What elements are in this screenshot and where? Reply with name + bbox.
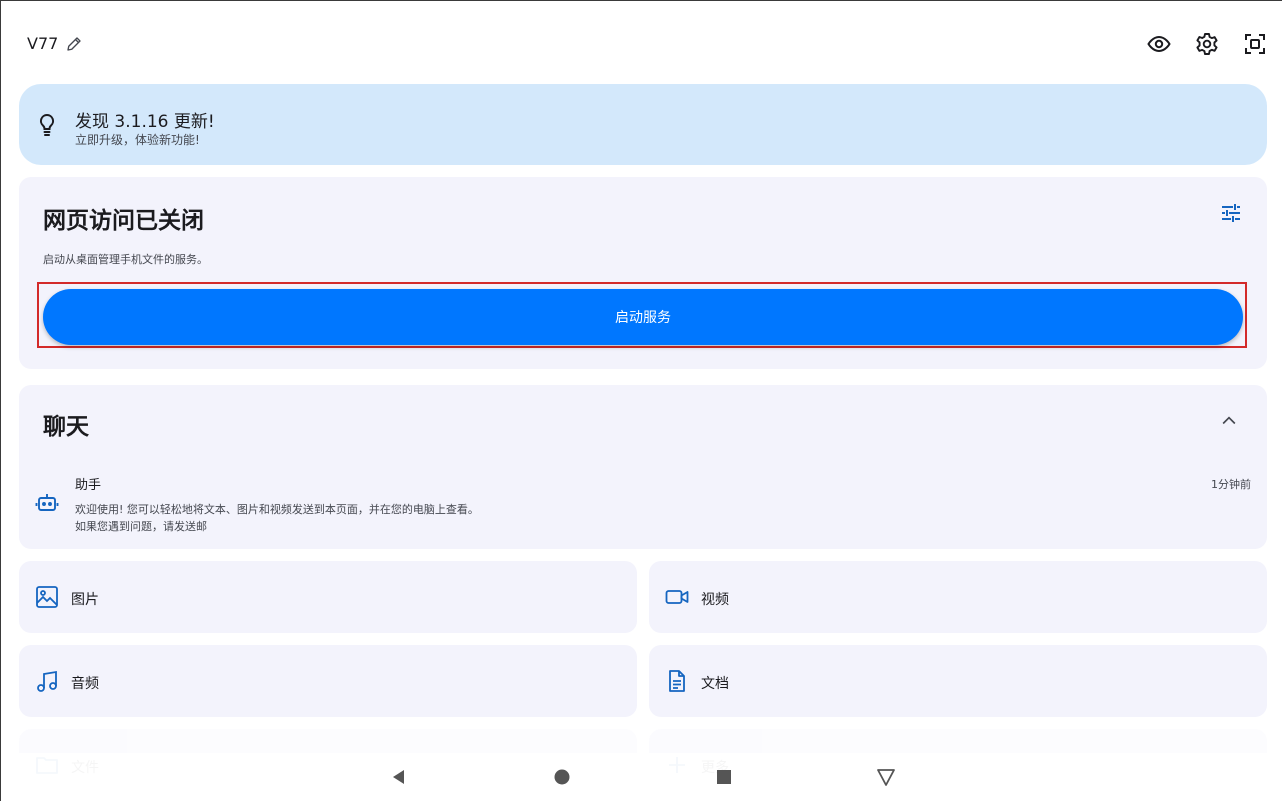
back-icon[interactable] [389, 767, 409, 787]
document-icon [669, 670, 685, 692]
robot-icon [35, 494, 59, 511]
chat-card: 聊天 助手 1分钟前 欢迎使用! 您可以轻松地将文本、图片和视频发送到本页面，并… [19, 385, 1267, 549]
start-service-button[interactable]: 启动服务 [43, 289, 1243, 345]
gear-icon[interactable] [1195, 32, 1219, 56]
tile-label: 文档 [701, 676, 729, 692]
tune-settings-icon[interactable] [1219, 201, 1243, 225]
web-access-card: 网页访问已关闭 启动从桌面管理手机文件的服务。 启动服务 [19, 177, 1267, 369]
lightbulb-icon [39, 113, 55, 136]
chat-sender-name: 助手 [75, 478, 102, 493]
update-banner[interactable]: 发现 3.1.16 更新! 立即升级，体验新功能! [19, 84, 1267, 165]
tile-images[interactable]: 图片 [19, 561, 637, 633]
home-icon[interactable] [552, 767, 572, 787]
eye-icon[interactable] [1147, 32, 1171, 56]
recents-icon[interactable] [714, 767, 734, 787]
edit-icon[interactable] [65, 35, 83, 53]
chat-message-line: 如果您遇到问题，请发送邮 [75, 520, 207, 533]
scan-icon[interactable] [1243, 32, 1267, 56]
video-icon [665, 590, 689, 604]
tile-label: 音频 [71, 676, 99, 692]
chat-title: 聊天 [43, 414, 89, 440]
web-access-description: 启动从桌面管理手机文件的服务。 [43, 253, 208, 266]
music-icon [37, 670, 57, 692]
chat-message-line: 欢迎使用! 您可以轻松地将文本、图片和视频发送到本页面，并在您的电脑上查看。 [75, 503, 479, 516]
tile-videos[interactable]: 视频 [649, 561, 1267, 633]
tile-label: 视频 [701, 592, 729, 608]
chevron-up-icon[interactable] [1219, 411, 1239, 431]
tile-audio[interactable]: 音频 [19, 645, 637, 717]
device-name[interactable]: V77 [27, 34, 58, 53]
image-icon [36, 586, 58, 608]
tile-label: 图片 [71, 592, 99, 608]
dropdown-triangle-icon[interactable] [876, 767, 896, 787]
update-title: 发现 3.1.16 更新! [75, 112, 215, 132]
web-access-title: 网页访问已关闭 [43, 208, 204, 234]
tile-documents[interactable]: 文档 [649, 645, 1267, 717]
update-subtitle: 立即升级，体验新功能! [75, 133, 200, 147]
chat-timestamp: 1分钟前 [1211, 478, 1251, 491]
top-bar: V77 [1, 1, 1282, 85]
system-nav-bar [1, 753, 1282, 802]
